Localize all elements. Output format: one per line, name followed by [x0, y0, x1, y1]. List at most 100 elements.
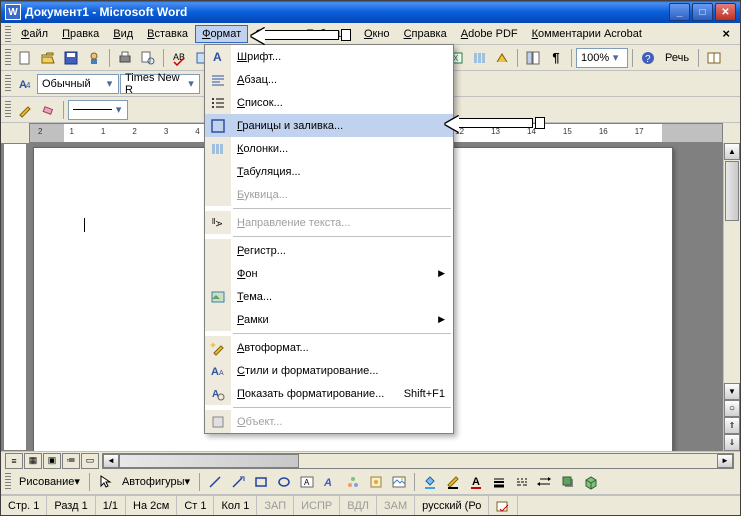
line-button[interactable]: [204, 471, 226, 493]
dash-style-button[interactable]: [511, 471, 533, 493]
menu-item-1[interactable]: Абзац...: [205, 68, 453, 91]
font-color-button[interactable]: A: [465, 471, 487, 493]
menu-item-label: Список...: [237, 97, 283, 109]
menu-item-9[interactable]: Фон▶: [205, 262, 453, 285]
menu-item-3[interactable]: Границы и заливка...: [205, 114, 453, 137]
shadow-button[interactable]: [557, 471, 579, 493]
web-view-button[interactable]: ▦: [24, 453, 42, 469]
status-rec[interactable]: ЗАП: [257, 496, 294, 515]
read-button[interactable]: [703, 47, 725, 69]
open-button[interactable]: [37, 47, 59, 69]
save-button[interactable]: [60, 47, 82, 69]
draw-table-button[interactable]: [14, 99, 36, 121]
arrow-button[interactable]: [227, 471, 249, 493]
speech-button[interactable]: Речь: [660, 47, 694, 69]
permission-button[interactable]: [83, 47, 105, 69]
vertical-scrollbar[interactable]: ▲ ▼ ○ ⇑ ⇓: [723, 143, 740, 451]
grip[interactable]: [5, 473, 11, 491]
status-ext[interactable]: ВДЛ: [340, 496, 377, 515]
show-marks-button[interactable]: ¶: [545, 47, 567, 69]
help-button[interactable]: ?: [637, 47, 659, 69]
spelling-button[interactable]: AB: [168, 47, 190, 69]
drawing-menu[interactable]: Рисование ▾: [14, 471, 85, 493]
eraser-button[interactable]: [37, 99, 59, 121]
vertical-ruler[interactable]: [3, 143, 27, 451]
scroll-up-button[interactable]: ▲: [724, 143, 740, 160]
menu-файл[interactable]: Файл: [14, 25, 55, 43]
menu-item-4[interactable]: Колонки...: [205, 137, 453, 160]
menu-item-5[interactable]: Табуляция...: [205, 160, 453, 183]
document-close-button[interactable]: ×: [716, 24, 736, 43]
scroll-thumb[interactable]: [725, 161, 739, 221]
print-button[interactable]: [114, 47, 136, 69]
outline-view-button[interactable]: ≔: [62, 453, 80, 469]
maximize-button[interactable]: □: [692, 3, 713, 21]
prev-page-button[interactable]: ⇑: [724, 417, 740, 434]
styles-pane-button[interactable]: A4: [14, 73, 36, 95]
grip[interactable]: [5, 101, 11, 119]
status-pages: 1/1: [96, 496, 126, 515]
menu-item-14[interactable]: AПоказать форматирование...Shift+F1: [205, 382, 453, 405]
next-page-button[interactable]: ⇓: [724, 434, 740, 451]
format-menu-dropdown: AШрифт...Абзац... Список... Границы и зали…: [204, 44, 454, 434]
autoshapes-menu[interactable]: Автофигуры ▾: [117, 471, 195, 493]
scroll-down-button[interactable]: ▼: [724, 383, 740, 400]
menu-item-10[interactable]: Тема...: [205, 285, 453, 308]
menu-item-0[interactable]: AШрифт...: [205, 45, 453, 68]
menu-справка[interactable]: Справка: [397, 25, 454, 43]
zoom-combo[interactable]: 100%▾: [576, 48, 628, 68]
menu-сервис[interactable]: Сервис: [248, 25, 300, 43]
3d-button[interactable]: [580, 471, 602, 493]
new-button[interactable]: [14, 47, 36, 69]
menu-item-label: Рамки: [237, 314, 269, 326]
font-combo[interactable]: Times New R▾: [120, 74, 200, 94]
clipart-button[interactable]: [365, 471, 387, 493]
status-lang[interactable]: русский (Ро: [415, 496, 489, 515]
menu-item-label: Показать форматирование...: [237, 388, 384, 400]
menu-adobe pdf[interactable]: Adobe PDF: [454, 25, 525, 43]
status-ovr[interactable]: ЗАМ: [377, 496, 415, 515]
normal-view-button[interactable]: ≡: [5, 453, 23, 469]
horizontal-scrollbar[interactable]: ◄ ►: [102, 453, 734, 469]
print-preview-button[interactable]: [137, 47, 159, 69]
reading-view-button[interactable]: ▭: [81, 453, 99, 469]
menu-правка[interactable]: Правка: [55, 25, 106, 43]
menu-item-8[interactable]: Регистр...: [205, 239, 453, 262]
menu-таблица[interactable]: Таблица: [300, 25, 357, 43]
insert-picture-button[interactable]: [388, 471, 410, 493]
select-browse-object-button[interactable]: ○: [724, 400, 740, 417]
oval-button[interactable]: [273, 471, 295, 493]
doc-map-button[interactable]: [522, 47, 544, 69]
grip[interactable]: [5, 49, 11, 67]
grip[interactable]: [5, 26, 11, 42]
arrow-style-button[interactable]: [534, 471, 556, 493]
status-spell-icon[interactable]: [489, 496, 518, 515]
diagram-button[interactable]: [342, 471, 364, 493]
grip[interactable]: [5, 75, 11, 93]
close-button[interactable]: ✕: [715, 3, 736, 21]
menu-item-2[interactable]: Список...: [205, 91, 453, 114]
textbox-button[interactable]: A: [296, 471, 318, 493]
menu-item-12[interactable]: Автоформат...: [205, 336, 453, 359]
menu-вставка[interactable]: Вставка: [140, 25, 195, 43]
rectangle-button[interactable]: [250, 471, 272, 493]
menu-вид[interactable]: Вид: [106, 25, 140, 43]
columns-icon: [205, 137, 231, 160]
line-weight-button[interactable]: [488, 471, 510, 493]
style-combo[interactable]: Обычный▾: [37, 74, 119, 94]
menu-комментарии acrobat[interactable]: Комментарии Acrobat: [525, 25, 649, 43]
drawing-toggle-button[interactable]: [491, 47, 513, 69]
menu-item-11[interactable]: Рамки▶: [205, 308, 453, 331]
menu-формат[interactable]: Формат: [195, 25, 248, 43]
status-trk[interactable]: ИСПР: [294, 496, 340, 515]
minimize-button[interactable]: _: [669, 3, 690, 21]
wordart-button[interactable]: A: [319, 471, 341, 493]
line-style-combo[interactable]: ▾: [68, 100, 128, 120]
menu-item-13[interactable]: AAСтили и форматирование...: [205, 359, 453, 382]
line-color-button[interactable]: [442, 471, 464, 493]
menu-окно[interactable]: Окно: [357, 25, 397, 43]
print-view-button[interactable]: ▣: [43, 453, 61, 469]
select-objects-button[interactable]: [94, 471, 116, 493]
fill-color-button[interactable]: [419, 471, 441, 493]
columns-button[interactable]: [468, 47, 490, 69]
